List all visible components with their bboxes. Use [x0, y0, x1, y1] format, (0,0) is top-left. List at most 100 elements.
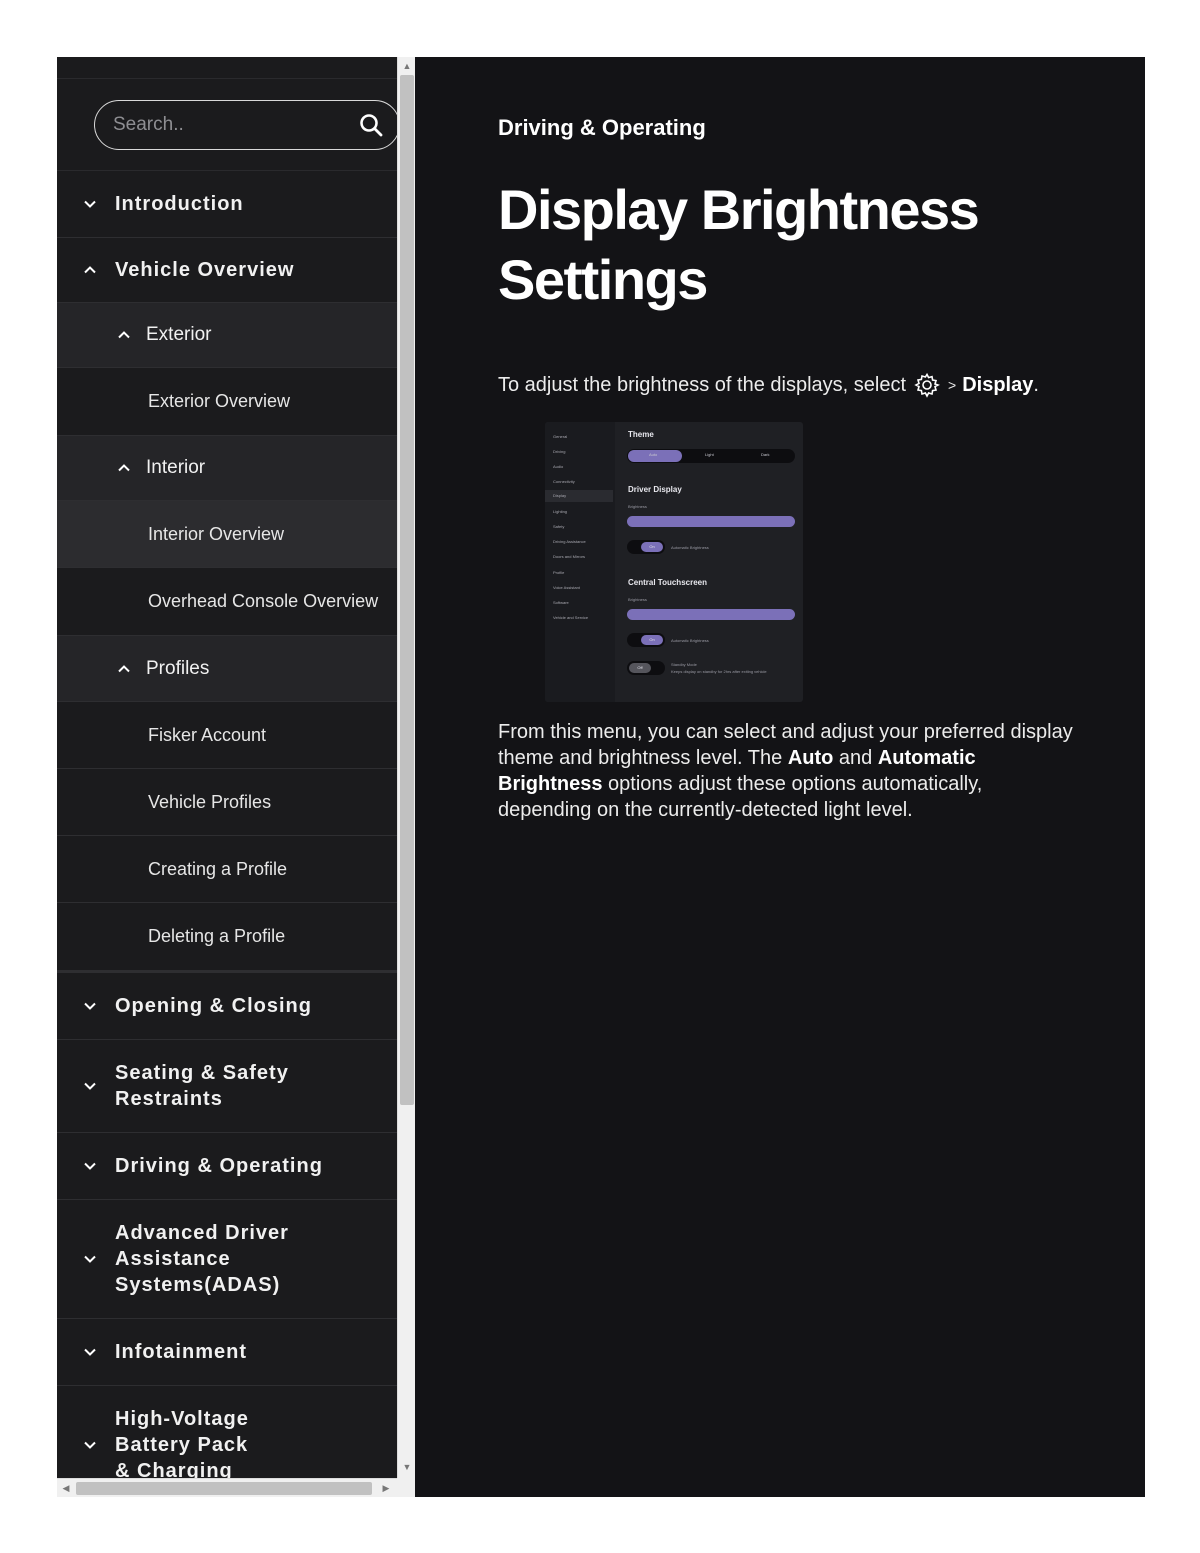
figure-settings-menu: General Driving Audio Connectivity Displ… — [545, 422, 615, 702]
sidebar-item-label: Profiles — [146, 657, 210, 679]
figure-menu-item: Profile — [553, 570, 565, 575]
sidebar-item-exterior[interactable]: Exterior — [57, 303, 397, 368]
figure-menu-item: Audio — [553, 464, 564, 469]
scroll-down-arrow-icon[interactable]: ▼ — [398, 1458, 415, 1476]
instruction-before: To adjust the brightness of the displays… — [498, 373, 907, 396]
figure-menu-item-selected: Display — [545, 490, 613, 502]
sidebar-item-introduction[interactable]: Introduction — [57, 171, 397, 238]
figure-theme-option: Light — [705, 452, 714, 457]
description-text: and — [833, 747, 878, 769]
scroll-up-arrow-icon[interactable]: ▲ — [398, 57, 415, 75]
breadcrumb[interactable]: Driving & Operating — [498, 115, 706, 141]
sidebar-item-label: Deleting a Profile — [148, 926, 286, 946]
sidebar-item-adas[interactable]: Advanced Driver Assistance Systems(ADAS) — [57, 1200, 397, 1319]
sidebar-item-label: Exterior Overview — [148, 391, 291, 411]
description-paragraph: From this menu, you can select and adjus… — [498, 719, 1078, 823]
figure-menu-item: Lighting — [553, 509, 568, 514]
figure-standby-label: Standby Mode — [671, 662, 697, 667]
sidebar-item-interior-overview[interactable]: Interior Overview — [57, 501, 397, 568]
figure-standby-toggle: Off — [627, 661, 665, 675]
sidebar: Introduction Vehicle Overview Exterior E… — [57, 57, 415, 1497]
figure-menu-item: Vehicle and Service — [553, 615, 589, 620]
chevron-up-icon — [118, 664, 130, 672]
chevron-down-icon — [84, 1255, 96, 1263]
sidebar-item-label: Creating a Profile — [148, 858, 288, 879]
sidebar-nav: Introduction Vehicle Overview Exterior E… — [57, 171, 397, 1497]
figure-central-touchscreen-heading: Central Touchscreen — [628, 578, 707, 587]
sidebar-item-deleting-a-profile[interactable]: Deleting a Profile — [57, 903, 397, 973]
horizontal-scroll-thumb[interactable] — [76, 1482, 372, 1495]
sidebar-item-fisker-account[interactable]: Fisker Account — [57, 702, 397, 769]
figure-driver-brightness-slider — [627, 516, 795, 527]
figure-menu-item: General — [553, 434, 568, 439]
chevron-down-icon — [84, 1348, 96, 1356]
figure-menu-item: Driving — [553, 449, 566, 454]
sidebar-item-infotainment[interactable]: Infotainment — [57, 1319, 397, 1386]
chevron-down-icon — [84, 1002, 96, 1010]
figure-settings-panel: Theme Auto Light Dark Driver Display Bri… — [623, 422, 799, 702]
scroll-right-arrow-icon[interactable]: ▶ — [377, 1479, 395, 1497]
horizontal-scrollbar[interactable]: ◀ ▶ — [57, 1478, 397, 1497]
search-box[interactable] — [94, 100, 400, 150]
figure-theme-option: Dark — [761, 452, 770, 457]
scroll-left-arrow-icon[interactable]: ◀ — [57, 1479, 75, 1497]
sidebar-item-seating-safety[interactable]: Seating & Safety Restraints — [57, 1040, 397, 1133]
page-title: Display Brightness Settings — [498, 178, 980, 311]
vertical-scroll-thumb[interactable] — [400, 75, 414, 1105]
figure-menu-item: Connectivity — [553, 479, 575, 484]
sidebar-item-vehicle-profiles[interactable]: Vehicle Profiles — [57, 769, 397, 836]
figure-theme-heading: Theme — [628, 430, 654, 439]
sidebar-item-label: Seating & Safety Restraints — [115, 1062, 289, 1110]
chevron-down-icon — [84, 1082, 96, 1090]
main-content: Driving & Operating Display Brightness S… — [415, 57, 1145, 1497]
sidebar-item-creating-a-profile[interactable]: Creating a Profile — [57, 836, 397, 903]
figure-menu-item: Software — [553, 600, 569, 605]
instruction-after: . — [1033, 373, 1039, 396]
sidebar-item-overhead-console-overview[interactable]: Overhead Console Overview — [57, 568, 397, 636]
description-text: From this menu, you can select and adjus… — [498, 721, 1073, 769]
sidebar-top-strip — [57, 57, 397, 79]
sidebar-item-profiles[interactable]: Profiles — [57, 636, 397, 702]
figure-theme-option: Auto — [649, 452, 658, 457]
sidebar-item-label: Vehicle Profiles — [148, 791, 272, 812]
figure-central-auto-toggle: On — [627, 633, 665, 647]
sidebar-item-label: Exterior — [146, 324, 212, 345]
display-settings-screenshot: General Driving Audio Connectivity Displ… — [545, 422, 803, 702]
figure-auto-brightness-label: Automatic Brightness — [671, 545, 709, 550]
instruction-separator: > — [948, 377, 957, 393]
chevron-down-icon — [84, 1441, 96, 1449]
sidebar-item-opening-closing[interactable]: Opening & Closing — [57, 973, 397, 1040]
instruction-text: To adjust the brightness of the displays… — [498, 372, 1039, 398]
figure-central-brightness-label: Brightness — [628, 597, 647, 602]
search-icon[interactable] — [359, 113, 383, 137]
chevron-up-icon — [118, 331, 130, 339]
figure-menu-item: Safety — [553, 524, 565, 529]
gear-icon — [914, 372, 941, 398]
sidebar-item-interior[interactable]: Interior — [57, 436, 397, 501]
figure-brightness-label: Brightness — [628, 504, 647, 509]
figure-toggle-knob: On — [641, 635, 663, 645]
figure-toggle-knob: Off — [629, 663, 651, 673]
sidebar-item-label: Overhead Console Overview — [148, 591, 379, 611]
figure-standby-desc: Keeps display on standby for 2hrs after … — [671, 669, 767, 674]
figure-auto-brightness-toggle: On — [627, 540, 665, 554]
sidebar-item-vehicle-overview[interactable]: Vehicle Overview — [57, 238, 397, 303]
figure-menu-item: Driving Assistance — [553, 539, 586, 544]
figure-central-auto-brightness-label: Automatic Brightness — [671, 638, 709, 643]
figure-theme-selector: Auto Light Dark — [627, 449, 795, 463]
figure-menu-item: Doors and Mirrors — [553, 554, 586, 559]
sidebar-item-label: Fisker Account — [148, 724, 267, 745]
chevron-up-icon — [84, 266, 96, 274]
sidebar-item-label: Interior Overview — [148, 523, 285, 544]
vertical-scrollbar[interactable]: ▲ ▼ — [397, 57, 415, 1478]
figure-menu-item: Voice Assistant — [553, 585, 580, 590]
chevron-down-icon — [84, 1162, 96, 1170]
figure-central-brightness-slider — [627, 609, 795, 620]
description-bold-auto: Auto — [787, 747, 834, 769]
search-input[interactable] — [113, 101, 353, 149]
sidebar-item-exterior-overview[interactable]: Exterior Overview — [57, 368, 397, 436]
instruction-target: Display — [962, 373, 1034, 396]
figure-driver-display-heading: Driver Display — [628, 485, 682, 494]
sidebar-item-driving-operating[interactable]: Driving & Operating — [57, 1133, 397, 1200]
sidebar-item-label: Interior — [146, 457, 206, 478]
